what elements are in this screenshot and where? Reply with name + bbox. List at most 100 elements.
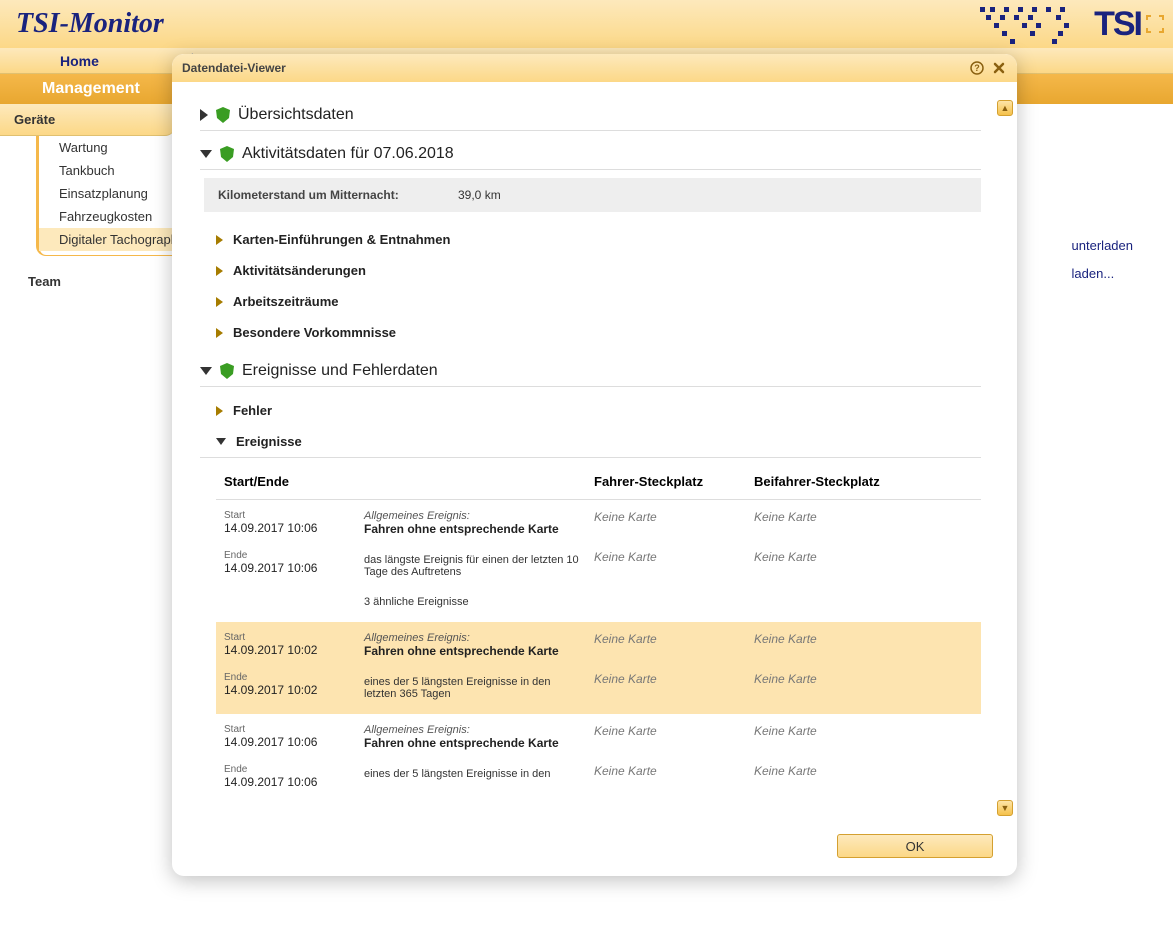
event-row[interactable]: Start14.09.2017 10:06Allgemeines Ereigni… [216,714,981,803]
event-extra: 3 ähnliche Ereignisse [364,596,582,608]
shield-icon [216,107,230,123]
triangle-right-icon [216,328,223,338]
sidebar-item-costs[interactable]: Fahrzeugkosten [39,205,175,228]
section-activity-title: Aktivitätsdaten für 07.06.2018 [242,145,454,163]
shield-icon [220,363,234,379]
sub-errors[interactable]: Fehler [200,395,981,426]
sub-changes-title: Aktivitätsänderungen [233,263,366,278]
end-value: 14.09.2017 10:06 [224,561,364,575]
shield-icon [220,146,234,162]
bg-links: unterladen laden... [1072,232,1133,288]
svg-text:?: ? [974,63,980,73]
section-events-errors-title: Ereignisse und Fehlerdaten [242,362,438,380]
sub-events-title: Ereignisse [236,434,302,449]
codriver-slot-value: Keine Karte [754,764,914,789]
top-banner: TSI-Monitor TSI [0,0,1173,48]
codriver-slot-value: Keine Karte [754,510,914,536]
triangle-right-icon [216,406,223,416]
sub-cards-title: Karten-Einführungen & Entnahmen [233,232,450,247]
sidebar-tab-devices[interactable]: Geräte [0,104,175,136]
sub-errors-title: Fehler [233,403,272,418]
triangle-down-icon [216,438,226,445]
dialog-title-text: Datendatei-Viewer [182,61,969,75]
expand-icon[interactable] [1145,14,1165,34]
events-table: Start/Ende Fahrer-Steckplatz Beifahrer-S… [216,464,981,803]
end-value: 14.09.2017 10:02 [224,683,364,697]
triangle-right-icon [200,109,208,121]
help-icon[interactable]: ? [969,60,985,76]
col-start-end: Start/Ende [224,474,364,489]
triangle-right-icon [216,297,223,307]
event-row[interactable]: Start14.09.2017 10:06Allgemeines Ereigni… [216,500,981,622]
section-overview[interactable]: Übersichtsdaten [200,100,981,131]
codriver-slot-value: Keine Karte [754,632,914,658]
ok-button[interactable]: OK [837,834,993,858]
dialog-titlebar: Datendatei-Viewer ? [172,54,1017,82]
nav-home[interactable]: Home [60,53,99,69]
management-label: Management [42,80,140,98]
sub-periods-title: Arbeitszeiträume [233,294,338,309]
event-type: Fahren ohne entsprechende Karte [364,644,582,658]
event-note: eines der 5 längsten Ereignisse in den l… [364,676,582,700]
sub-special-title: Besondere Vorkommnisse [233,325,396,340]
triangle-down-icon [200,367,212,375]
end-label: Ende [224,672,364,683]
triangle-down-icon [200,150,212,158]
event-row[interactable]: Start14.09.2017 10:02Allgemeines Ereigni… [216,622,981,714]
event-type: Fahren ohne entsprechende Karte [364,522,582,536]
scrollbar[interactable]: ▲ ▼ [997,100,1013,816]
km-label: Kilometerstand um Mitternacht: [218,188,458,202]
codriver-slot-value: Keine Karte [754,724,914,750]
sub-cards[interactable]: Karten-Einführungen & Entnahmen [200,224,981,255]
bg-link-load[interactable]: laden... [1072,260,1133,288]
event-note: eines der 5 längsten Ereignisse in den [364,768,582,780]
logo-right-group: TSI [970,3,1165,45]
logo-dots-icon [970,3,1090,45]
sub-special[interactable]: Besondere Vorkommnisse [200,317,981,348]
section-activity[interactable]: Aktivitätsdaten für 07.06.2018 [200,139,981,170]
close-icon[interactable] [991,60,1007,76]
sub-periods[interactable]: Arbeitszeiträume [200,286,981,317]
sidebar-item-tankbook[interactable]: Tankbuch [39,159,175,182]
event-type-label: Allgemeines Ereignis: [364,632,582,644]
bg-link-download[interactable]: unterladen [1072,232,1133,260]
km-value: 39,0 km [458,188,501,202]
driver-slot-value: Keine Karte [594,632,754,658]
start-value: 14.09.2017 10:02 [224,643,364,657]
sidebar-item-maintenance[interactable]: Wartung [39,136,175,159]
triangle-right-icon [216,266,223,276]
driver-slot-value: Keine Karte [594,510,754,536]
start-value: 14.09.2017 10:06 [224,521,364,535]
sidebar-item-tacho[interactable]: Digitaler Tachograph [39,228,175,251]
scroll-up-icon[interactable]: ▲ [997,100,1013,116]
start-label: Start [224,724,364,735]
event-note: das längste Ereignis für einen der letzt… [364,554,582,578]
sub-events[interactable]: Ereignisse [200,426,981,458]
event-type: Fahren ohne entsprechende Karte [364,736,582,750]
start-label: Start [224,632,364,643]
start-label: Start [224,510,364,521]
driver-slot-value: Keine Karte [594,672,754,700]
scroll-down-icon[interactable]: ▼ [997,800,1013,816]
sidebar: Geräte Wartung Tankbuch Einsatzplanung F… [0,104,175,925]
dialog-body: ▲ ▼ Übersichtsdaten Aktivitätsdaten für … [172,82,1017,824]
dialog-viewer: Datendatei-Viewer ? ▲ ▼ Übersichtsdaten … [172,54,1017,876]
sidebar-group: Wartung Tankbuch Einsatzplanung Fahrzeug… [36,136,175,256]
codriver-slot-value: Keine Karte [754,550,914,578]
km-box: Kilometerstand um Mitternacht: 39,0 km [204,178,981,212]
col-desc [364,474,594,489]
codriver-slot-value: Keine Karte [754,672,914,700]
driver-slot-value: Keine Karte [594,724,754,750]
sidebar-item-planning[interactable]: Einsatzplanung [39,182,175,205]
sidebar-team[interactable]: Team [0,266,175,297]
start-value: 14.09.2017 10:06 [224,735,364,749]
event-type-label: Allgemeines Ereignis: [364,724,582,736]
brand-text: TSI [1094,5,1141,44]
col-codriver-slot: Beifahrer-Steckplatz [754,474,914,489]
sub-changes[interactable]: Aktivitätsänderungen [200,255,981,286]
end-label: Ende [224,764,364,775]
end-label: Ende [224,550,364,561]
app-logo-text: TSI-Monitor [8,8,164,40]
section-overview-title: Übersichtsdaten [238,106,354,124]
section-events-errors[interactable]: Ereignisse und Fehlerdaten [200,356,981,387]
